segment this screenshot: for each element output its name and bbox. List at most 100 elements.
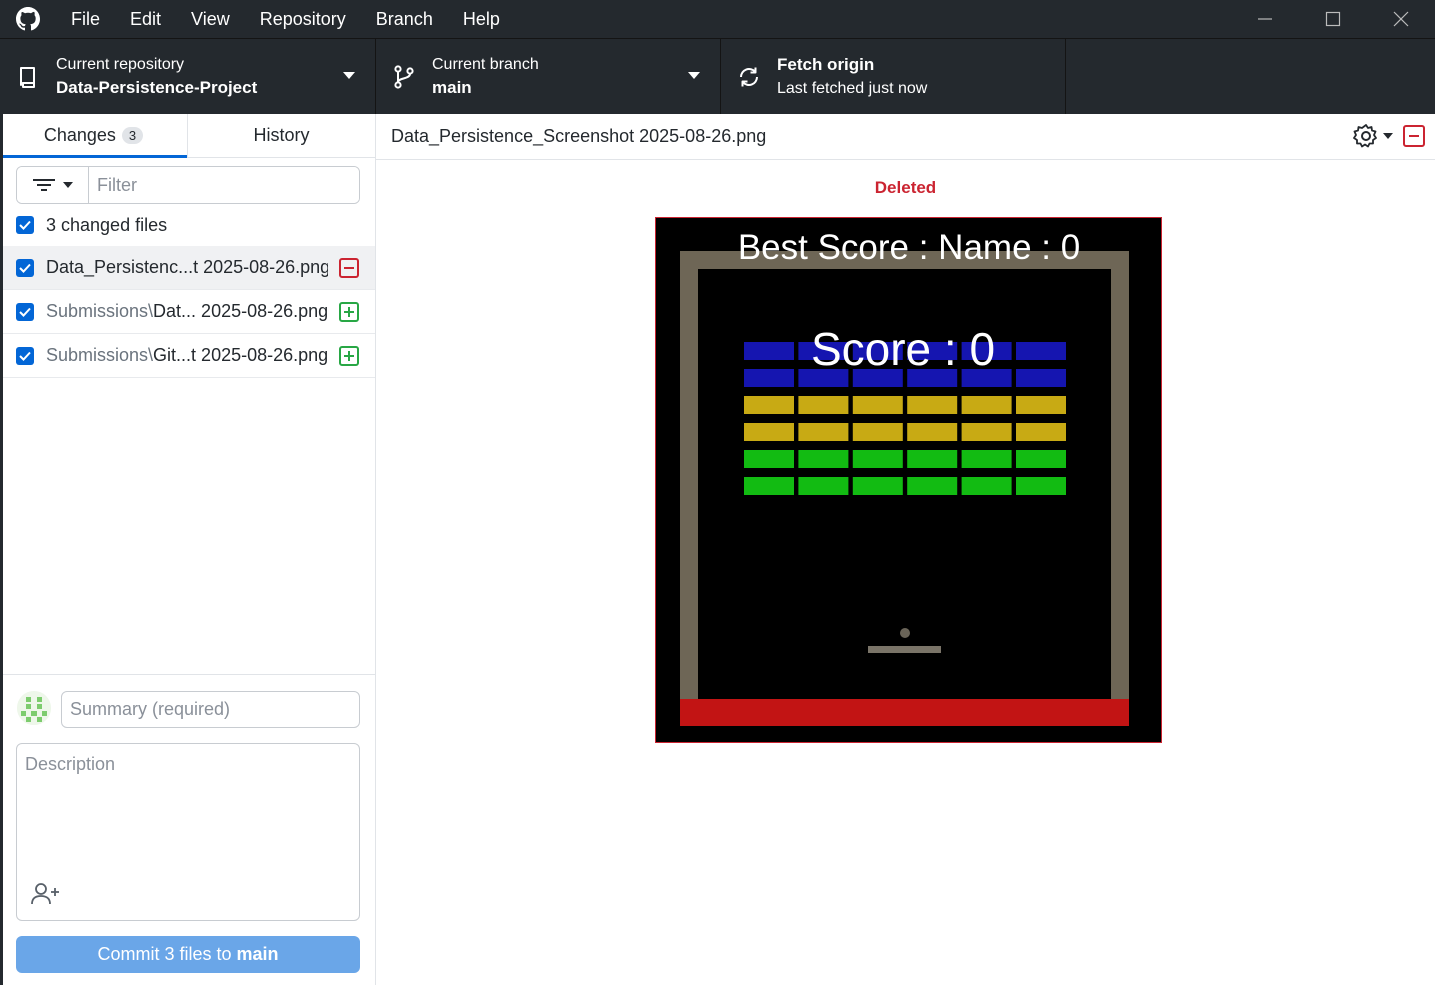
file-checkbox[interactable] [16,346,34,365]
brick [798,450,849,468]
diff-settings-button[interactable] [1353,123,1393,149]
changes-sidebar: Changes 3 History 3 changed files Data_P… [0,114,376,985]
file-deleted-icon [1403,125,1425,147]
branch-name: main [432,78,472,97]
brick [961,396,1012,414]
death-zone [680,699,1129,726]
gear-icon [1353,124,1377,148]
brick [907,477,958,495]
current-branch-button[interactable]: Current branch main [376,39,721,115]
score-text: Score : 0 [811,323,995,375]
tab-changes-label: Changes [43,125,116,145]
menu-edit[interactable]: Edit [115,0,176,38]
diff-file-title: Data_Persistence_Screenshot 2025-08-26.p… [391,126,767,146]
close-icon [1393,11,1409,27]
file-path: Submissions\Dat... 2025-08-26.png [46,301,328,322]
file-added-icon [339,346,359,366]
menu-help[interactable]: Help [448,0,515,38]
window-controls [1231,0,1435,38]
deleted-status-label: Deleted [874,178,937,197]
sync-icon [721,65,777,89]
brick [1016,342,1066,360]
left-wall [680,251,698,699]
brick [852,477,903,495]
maximize-button[interactable] [1299,0,1367,38]
filter-input[interactable] [89,167,359,203]
file-checkbox[interactable] [16,302,34,321]
brick [907,396,958,414]
chevron-down-icon [62,182,73,188]
file-row[interactable]: Data_Persistenc...t 2025-08-26.png [3,246,375,290]
diff-toolbar [1353,123,1425,149]
title-bar: File Edit View Repository Branch Help [0,0,1435,38]
brick [744,477,794,495]
brick [744,450,794,468]
brick [961,477,1012,495]
commit-description-input[interactable]: Description [16,743,360,921]
filter-icon [32,179,55,191]
brick [1016,423,1066,441]
tab-history[interactable]: History [188,114,375,157]
file-checkbox[interactable] [16,258,34,277]
current-repository-button[interactable]: Current repository Data-Persistence-Proj… [0,39,376,115]
repo-icon [0,65,56,89]
close-window-button[interactable] [1367,0,1435,38]
commit-button-prefix: Commit 3 files to [97,944,232,964]
brick [907,450,958,468]
menu-view[interactable]: View [176,0,245,38]
tab-history-label: History [253,125,310,145]
changed-files-list: Data_Persistenc...t 2025-08-26.png Submi… [3,246,375,378]
minimize-icon [1258,18,1272,20]
commit-button-branch: main [236,944,279,964]
brick [744,342,794,360]
commit-button[interactable]: Commit 3 files to main [16,936,360,973]
menu-repository[interactable]: Repository [245,0,361,38]
chevron-down-icon [1383,133,1393,139]
brick [852,423,903,441]
commit-summary-input[interactable]: Summary (required) [61,691,360,728]
changes-count-badge: 3 [121,127,144,144]
brick [1016,477,1066,495]
menu-bar: File Edit View Repository Branch Help [56,0,515,38]
filter-options-button[interactable] [17,167,89,203]
file-dir: Submissions\ [46,301,154,321]
brick [961,450,1012,468]
changed-files-label: 3 changed files [46,214,168,235]
brick [961,423,1012,441]
brick [852,450,903,468]
file-row[interactable]: Submissions\Dat... 2025-08-26.png [3,290,375,334]
tab-changes[interactable]: Changes 3 [0,114,188,158]
file-added-icon [339,302,359,322]
description-placeholder: Description [25,754,116,774]
chevron-down-icon [343,72,355,79]
fetch-label: Fetch origin [777,55,875,74]
filter-bar [16,166,360,204]
branch-icon [376,64,432,90]
brick [744,396,794,414]
maximize-icon [1325,11,1341,27]
commit-message-panel: Summary (required) Description Commit 3 … [3,674,375,985]
paddle [868,646,941,653]
brick [744,369,794,387]
brick [744,423,794,441]
right-wall [1111,251,1129,699]
best-score-text: Best Score : Name : 0 [738,228,1080,267]
file-dir: Submissions\ [46,345,154,365]
repo-name: Data-Persistence-Project [56,78,258,97]
check-icon [19,263,31,273]
menu-branch[interactable]: Branch [361,0,448,38]
brick [1016,396,1066,414]
minimize-button[interactable] [1231,0,1299,38]
file-row[interactable]: Submissions\Git...t 2025-08-26.png [3,334,375,378]
brick [798,396,849,414]
fetch-origin-button[interactable]: Fetch origin Last fetched just now [721,39,1066,115]
brick [1016,369,1066,387]
select-all-checkbox[interactable] [16,216,34,234]
branch-label: Current branch [432,56,539,73]
add-coauthor-icon[interactable] [31,882,61,911]
diff-file-header: Data_Persistence_Screenshot 2025-08-26.p… [376,114,1435,160]
fetch-status: Last fetched just now [777,80,928,97]
github-logo-icon [0,0,56,38]
file-path: Submissions\Git...t 2025-08-26.png [46,345,328,366]
menu-file[interactable]: File [56,0,115,38]
